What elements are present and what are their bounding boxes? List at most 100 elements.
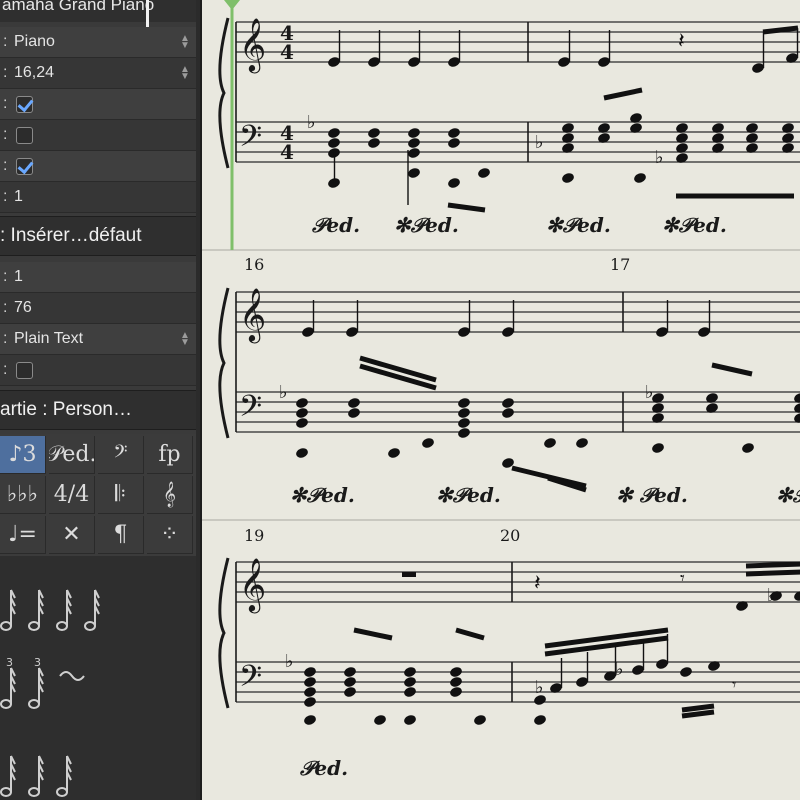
crescendo-icon[interactable]: ✕ xyxy=(49,516,95,554)
repeat-icon[interactable]: 𝄆 xyxy=(98,476,144,514)
updown-arrows-icon[interactable]: ▲ ▼ xyxy=(174,34,196,51)
score-editor[interactable]: 𝄞 𝄢 𝄞 𝄢 𝄞 𝄢 4 4 4 4 𝄽 ♭ ♭ ♭ ♭ ♭ 𝄽 𝄾 ♭ ♭ ♭ ♭ 𝄾 16 17 19 20 𝒫ed… xyxy=(200,0,800,800)
inspector-row[interactable]: : Plain Text ▲ ▼ xyxy=(0,324,196,355)
beam xyxy=(447,202,486,213)
flat-sign: ♭ xyxy=(767,585,776,606)
time-signature-digit: 4 xyxy=(280,40,294,64)
chord-note xyxy=(344,687,356,697)
chord-note xyxy=(458,418,470,428)
chord-note xyxy=(450,677,462,687)
section-part-label: artie : Person… xyxy=(0,399,132,420)
triplet-note-icon[interactable] xyxy=(28,667,44,709)
checkbox[interactable] xyxy=(16,157,33,175)
beam xyxy=(681,709,715,719)
flat-sign: ♭ xyxy=(645,382,654,403)
key-signature-icon[interactable]: ♭♭♭ xyxy=(0,476,46,514)
section-part-box[interactable]: artie : Person… xyxy=(0,390,196,430)
pedal-mark: 𝒫ed. xyxy=(311,213,360,237)
thirtysecond-note-icon[interactable] xyxy=(0,755,16,797)
chord-note xyxy=(458,398,470,408)
beam xyxy=(603,87,643,101)
note-head xyxy=(534,715,546,725)
ornament-icon[interactable]: 𝄞 xyxy=(147,476,193,514)
note-head xyxy=(408,168,420,178)
sixteenth-note-icon[interactable] xyxy=(0,589,16,631)
pedal-mark: ✻𝒫ed. xyxy=(394,213,459,237)
chord-note xyxy=(368,128,380,138)
chord-note xyxy=(448,138,460,148)
chord-note xyxy=(344,667,356,677)
bass-clef-icon[interactable]: 𝄢 xyxy=(98,436,144,474)
notes-layer[interactable]: 𝄽 ♭ ♭ ♭ ♭ ♭ 𝄽 𝄾 ♭ ♭ ♭ ♭ 𝄾 xyxy=(279,25,800,726)
time-signature-icon[interactable]: 4/4 xyxy=(49,476,95,514)
triplet-note-icon[interactable] xyxy=(0,667,16,709)
text-icon[interactable]: ¶ xyxy=(98,516,144,554)
bass-clef-icon: 𝄢 xyxy=(239,390,262,431)
chord-note xyxy=(404,677,416,687)
inspector-row[interactable]: :1 xyxy=(0,262,196,293)
chord-note xyxy=(296,398,308,408)
row-separator: : xyxy=(3,330,8,347)
sixteenth-note-icon[interactable] xyxy=(84,589,100,631)
chord-note xyxy=(304,677,316,687)
row-value[interactable]: Piano xyxy=(14,33,174,51)
inspector-row[interactable]: :1 xyxy=(0,182,196,213)
playhead[interactable] xyxy=(224,0,240,250)
chord-note xyxy=(408,148,420,158)
row-separator: : xyxy=(3,157,8,174)
pedal-mark: ✻𝒫ed. xyxy=(546,213,611,237)
score-canvas[interactable]: 𝄞𝄢𝄞𝄢𝄞𝄢4444 𝄽♭♭♭♭ ♭𝄽 𝄾♭♭♭♭𝄾 16 17 19 20 𝒫ed… xyxy=(202,0,800,800)
row-separator: : xyxy=(3,126,8,143)
chord-grid-icon[interactable]: ⁘ xyxy=(147,516,193,554)
chord-note xyxy=(408,138,420,148)
row-separator: : xyxy=(3,64,8,81)
updown-arrows-icon[interactable]: ▲ ▼ xyxy=(174,331,196,348)
inspector-row[interactable]: :16,24 ▲ ▼ xyxy=(0,58,196,89)
sixteenth-note-icon[interactable] xyxy=(28,589,44,631)
turn-ornament-icon[interactable] xyxy=(59,671,85,681)
checkbox[interactable] xyxy=(16,95,33,113)
inspector-row[interactable]: : xyxy=(0,120,196,151)
chord-note xyxy=(328,128,340,138)
flat-sign: ♭ xyxy=(535,677,544,698)
flat-sign: ♭ xyxy=(615,659,624,680)
checkbox[interactable] xyxy=(16,361,33,379)
tempo-icon[interactable]: ♩= xyxy=(0,516,46,554)
row-value[interactable]: Plain Text xyxy=(14,330,174,348)
inspector-row[interactable]: : xyxy=(0,355,196,386)
chord-note xyxy=(450,667,462,677)
pedal-icon[interactable]: 𝒫ed. xyxy=(49,436,95,474)
section-insert-label: : Insérer…défaut xyxy=(0,225,142,246)
inspector-row[interactable]: :76 xyxy=(0,293,196,324)
updown-arrows-icon[interactable]: ▲ ▼ xyxy=(174,65,196,82)
flat-sign: ♭ xyxy=(285,651,294,672)
chord-note xyxy=(502,408,514,418)
checkbox[interactable] xyxy=(16,126,33,144)
section-insert-defaults[interactable]: : Insérer…défaut xyxy=(0,216,196,256)
chord-note xyxy=(448,128,460,138)
measure-number: 19 xyxy=(244,526,264,545)
brace xyxy=(218,287,230,439)
inspector-row[interactable]: : xyxy=(0,89,196,120)
fortepiano-icon[interactable]: fp xyxy=(147,436,193,474)
tuplet-icon[interactable]: ♪3 xyxy=(0,436,46,474)
inspector-row[interactable]: : xyxy=(0,151,196,182)
instrument-title: amaha Grand Piano xyxy=(0,0,196,22)
thirtysecond-note-icon[interactable] xyxy=(28,755,44,797)
eighth-rest-icon: 𝄾 xyxy=(732,675,736,694)
flat-sign: ♭ xyxy=(307,112,316,133)
time-signature-digit: 4 xyxy=(280,140,294,164)
pedal-mark: ✻𝒫ed. xyxy=(290,483,355,507)
chord-note xyxy=(348,398,360,408)
row-value[interactable]: 16,24 xyxy=(14,64,174,82)
pedal-mark: 𝒫ed. xyxy=(299,756,348,780)
chord-note xyxy=(458,408,470,418)
treble-clef-icon: 𝄞 xyxy=(239,17,266,73)
chord-note xyxy=(296,408,308,418)
row-separator: : xyxy=(3,33,8,50)
thirtysecond-note-icon[interactable] xyxy=(56,755,72,797)
flat-sign: ♭ xyxy=(535,132,544,153)
inspector-row[interactable]: : Piano ▲ ▼ xyxy=(0,27,196,58)
sixteenth-note-icon[interactable] xyxy=(56,589,72,631)
treble-clef-icon: 𝄞 xyxy=(239,287,266,343)
